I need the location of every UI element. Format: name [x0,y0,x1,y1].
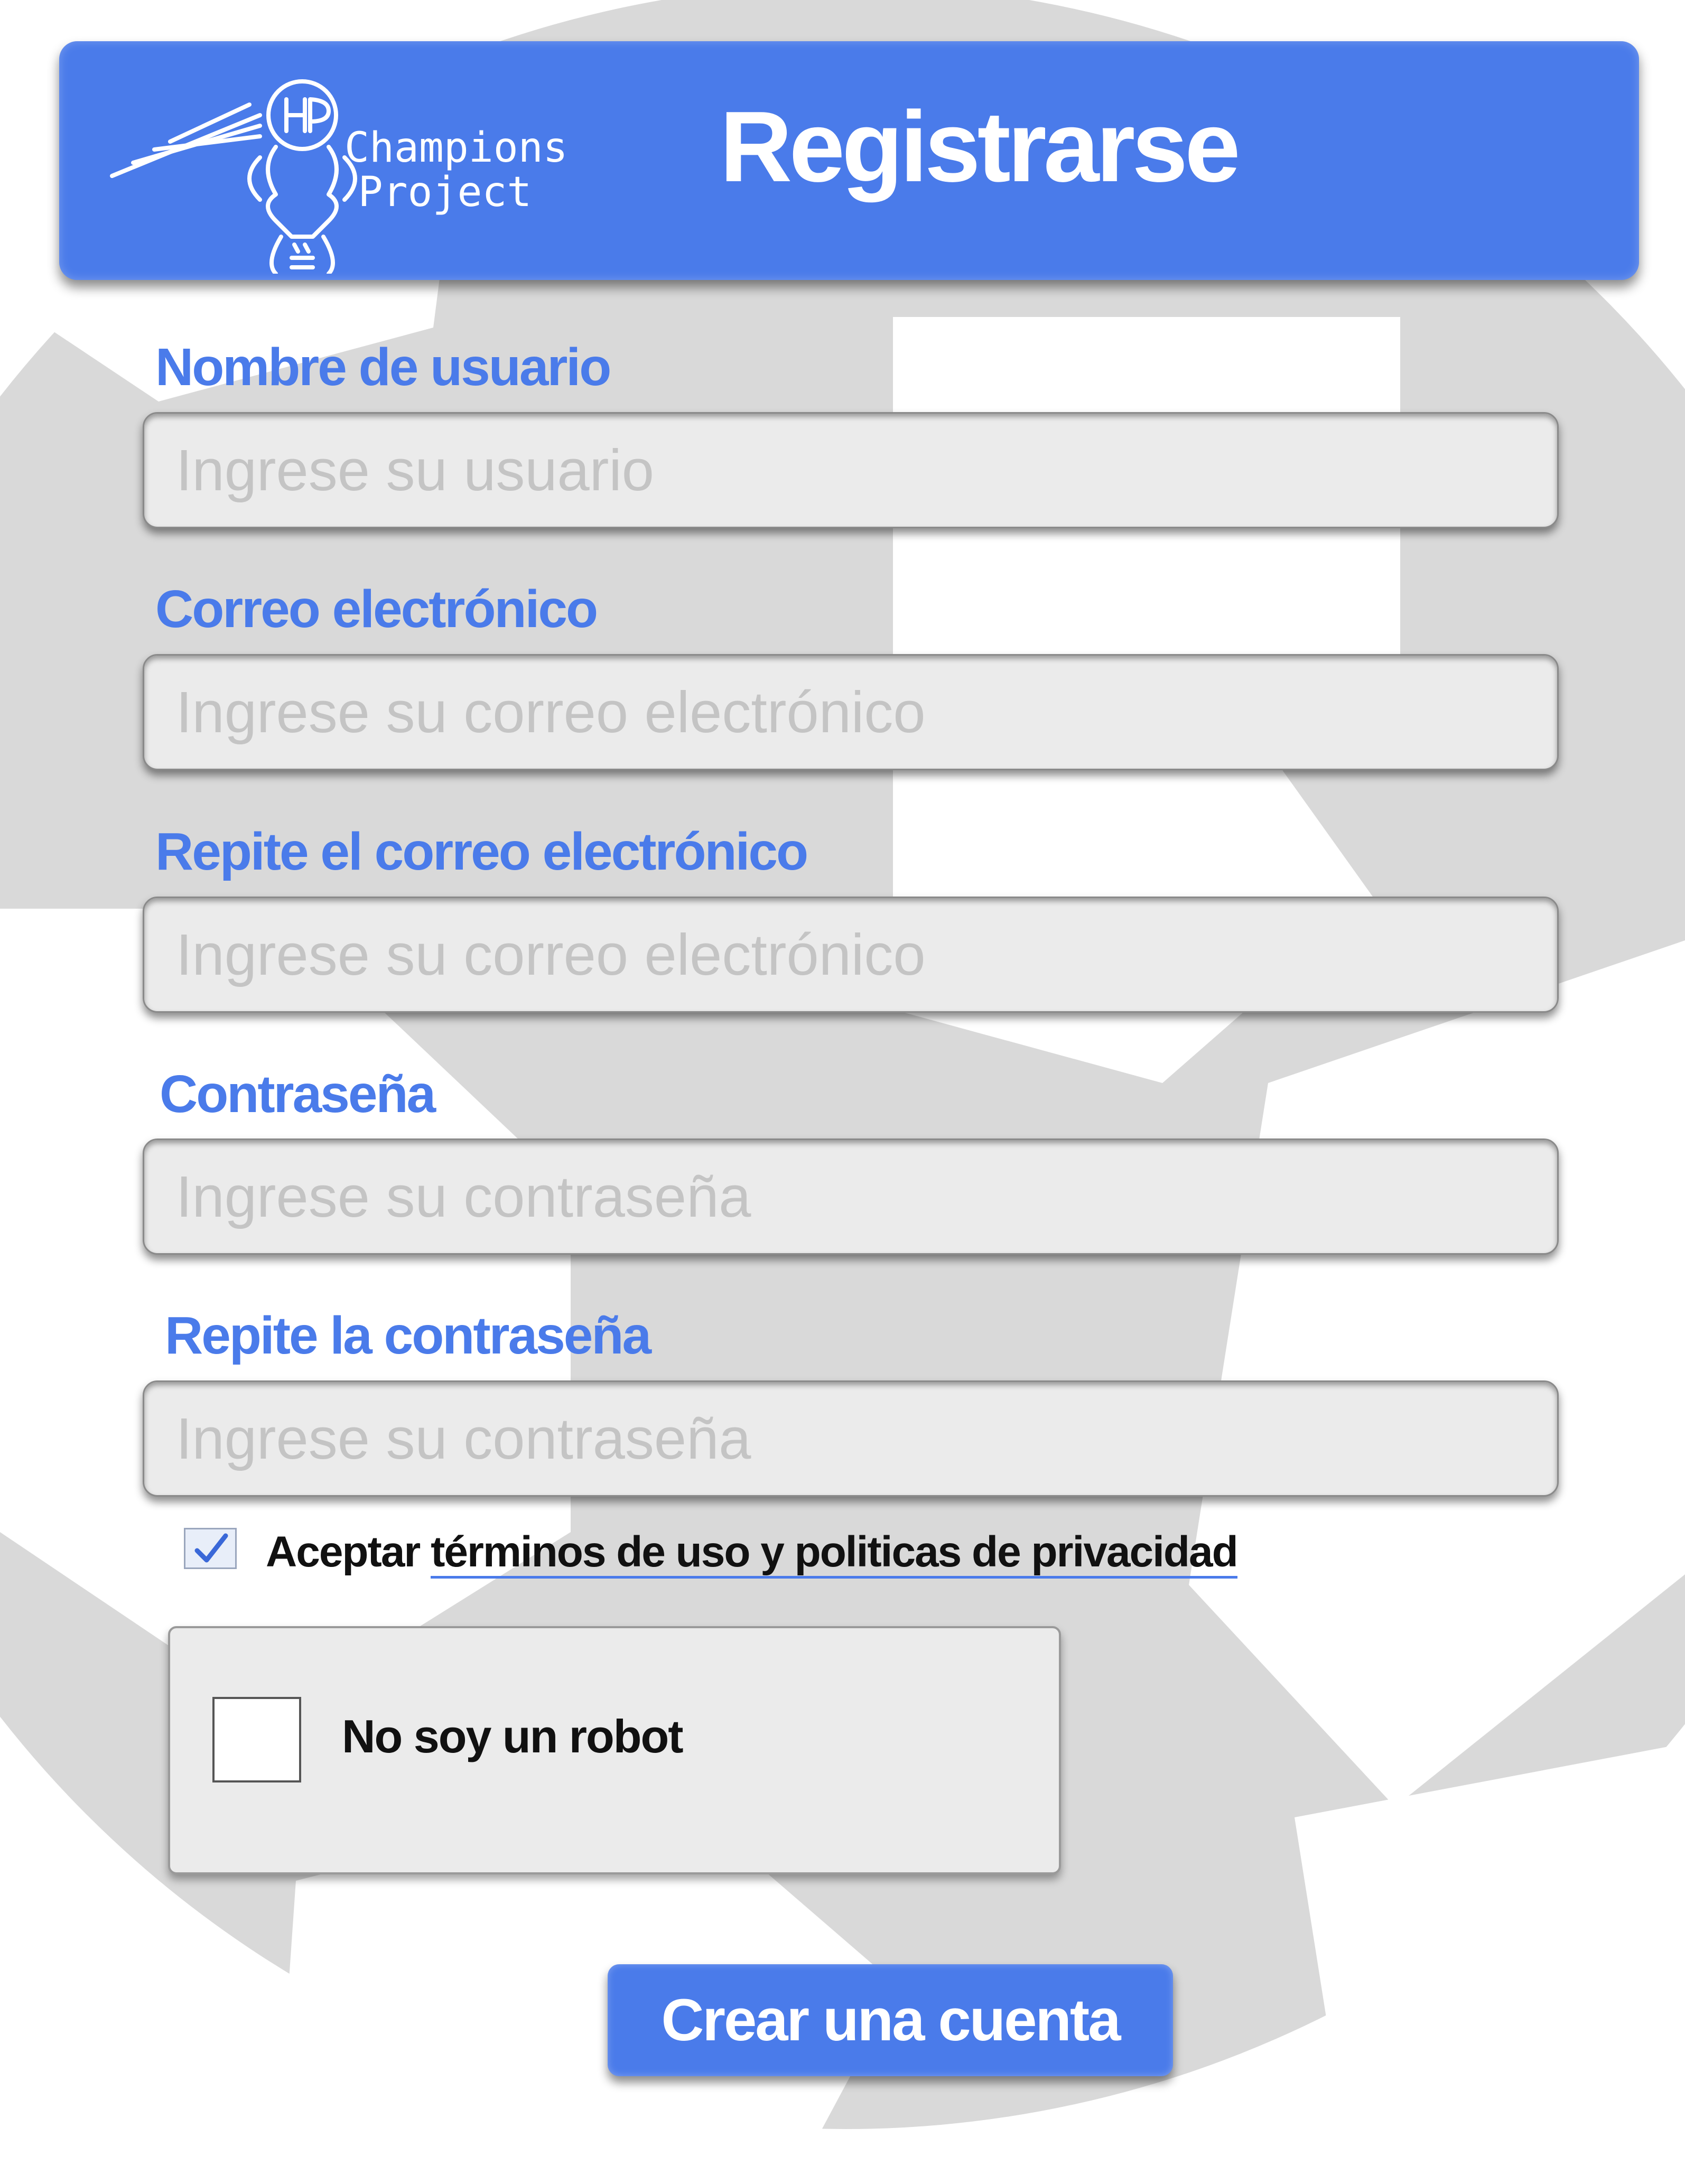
repeat-password-label: Repite la contraseña [165,1306,651,1365]
password-label: Contraseña [160,1065,436,1124]
checkmark-icon [194,1533,228,1563]
terms-label: Aceptar términos de uso y politicas de p… [266,1526,1239,1579]
password-input[interactable] [143,1138,1559,1255]
captcha-checkbox[interactable] [212,1697,301,1782]
email-input[interactable] [143,654,1559,770]
terms-prefix: Aceptar [266,1528,431,1576]
email-label: Correo electrónico [155,580,598,639]
captcha-widget: No soy un robot [168,1626,1061,1874]
brand-line-1: Champions [345,124,568,172]
brand-line-2: Project [358,169,532,216]
username-input[interactable] [143,412,1559,528]
repeat-email-input[interactable] [143,897,1559,1013]
create-account-button[interactable]: Crear una cuenta [608,1964,1173,2076]
captcha-label: No soy un robot [342,1710,684,1762]
terms-checkbox[interactable] [184,1528,237,1569]
username-label: Nombre de usuario [155,338,611,397]
header-bar: Champions Project Registrarse [59,41,1639,280]
repeat-password-input[interactable] [143,1380,1559,1497]
trophy-player-logo-icon [110,79,357,274]
page-title: Registrarse [720,91,1241,203]
repeat-email-label: Repite el correo electrónico [155,822,808,881]
terms-link[interactable]: términos de uso y politicas de privacida… [431,1528,1239,1579]
brand-name: Champions Project [345,124,568,216]
